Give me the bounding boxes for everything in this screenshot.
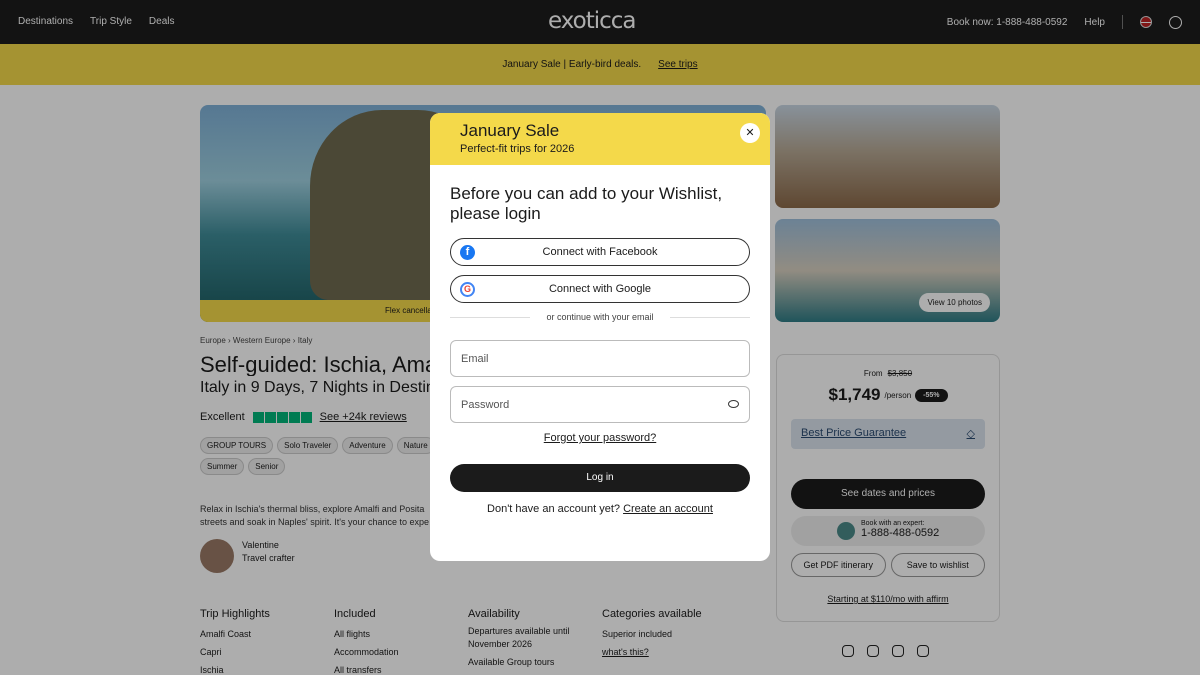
facebook-login-button[interactable]: f Connect with Facebook [450, 238, 750, 266]
email-placeholder: Email [461, 353, 489, 365]
create-account-link[interactable]: Create an account [623, 503, 713, 515]
no-account-text: Don't have an account yet? [487, 503, 620, 515]
or-divider: or continue with your email [450, 312, 750, 322]
modal-body: Before you can add to your Wishlist, ple… [430, 184, 770, 515]
modal-head-title: January Sale [460, 121, 560, 140]
google-login-button[interactable]: G Connect with Google [450, 275, 750, 303]
close-icon[interactable]: ✕ [740, 123, 760, 143]
or-label: or continue with your email [546, 312, 654, 322]
google-icon: G [460, 282, 475, 297]
signup-prompt: Don't have an account yet? Create an acc… [450, 503, 750, 515]
modal-title: Before you can add to your Wishlist, ple… [450, 184, 723, 223]
facebook-label: Connect with Facebook [542, 246, 658, 258]
eye-icon[interactable] [728, 400, 739, 408]
forgot-password-link[interactable]: Forgot your password? [450, 432, 750, 444]
facebook-icon: f [460, 245, 475, 260]
modal-head-subtitle: Perfect-fit trips for 2026 [460, 143, 575, 155]
login-button[interactable]: Log in [450, 464, 750, 492]
password-placeholder: Password [461, 399, 510, 411]
password-field[interactable]: Password [450, 386, 750, 423]
login-modal: January Sale Perfect-fit trips for 2026 … [430, 113, 770, 561]
google-label: Connect with Google [548, 283, 652, 295]
modal-header: January Sale Perfect-fit trips for 2026 … [430, 113, 770, 165]
email-field[interactable]: Email [450, 340, 750, 377]
